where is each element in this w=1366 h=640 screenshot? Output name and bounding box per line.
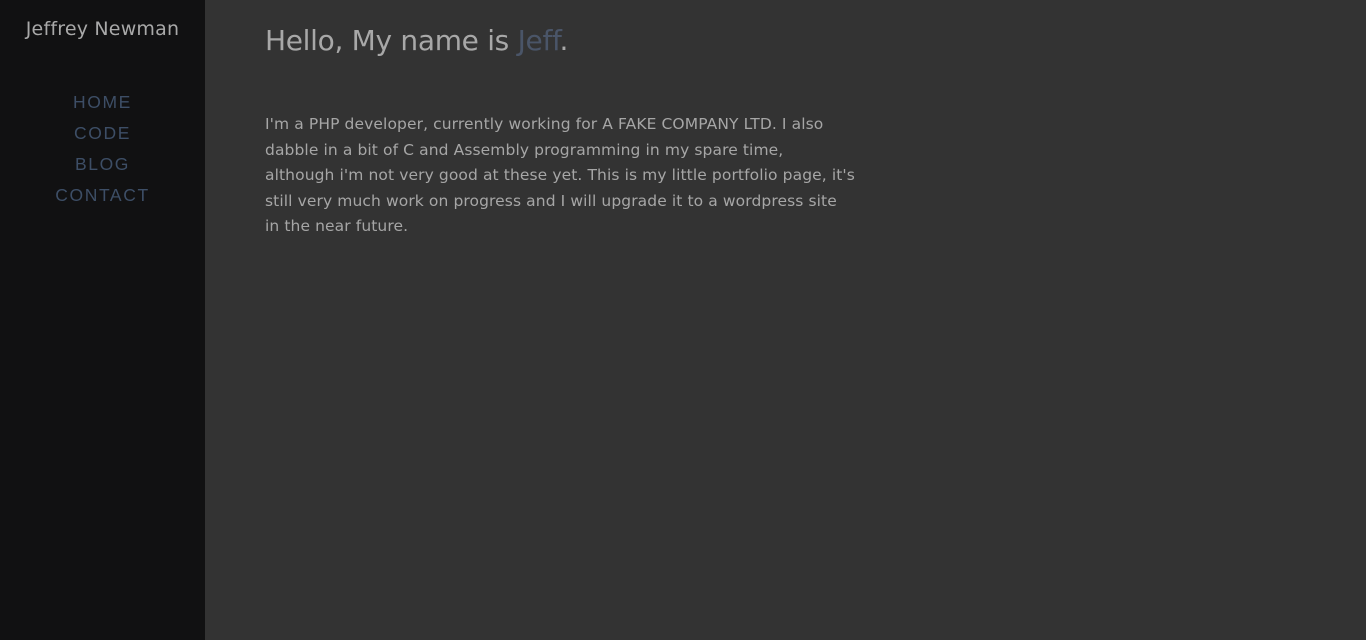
intro-paragraph: I'm a PHP developer, currently working f… <box>265 115 855 235</box>
nav-item-home: HOME <box>0 90 205 121</box>
heading-name: Jeff <box>517 24 560 57</box>
heading-suffix: . <box>559 24 569 57</box>
sidebar: Jeffrey Newman HOME CODE BLOG CONTACT <box>0 0 205 640</box>
nav-link-code[interactable]: CODE <box>74 121 131 146</box>
nav-item-contact: CONTACT <box>0 183 205 214</box>
nav-link-contact[interactable]: CONTACT <box>55 183 149 208</box>
page-heading: Hello, My name is Jeff. <box>265 22 568 60</box>
nav-item-code: CODE <box>0 121 205 152</box>
heading-prefix: Hello, My name is <box>265 24 518 57</box>
site-title[interactable]: Jeffrey Newman <box>0 18 205 40</box>
nav-link-home[interactable]: HOME <box>73 90 132 115</box>
nav-link-blog[interactable]: BLOG <box>75 152 130 177</box>
main-nav: HOME CODE BLOG CONTACT <box>0 90 205 214</box>
nav-item-blog: BLOG <box>0 152 205 183</box>
main-content: Hello, My name is Jeff. I'm a PHP develo… <box>205 0 1366 640</box>
